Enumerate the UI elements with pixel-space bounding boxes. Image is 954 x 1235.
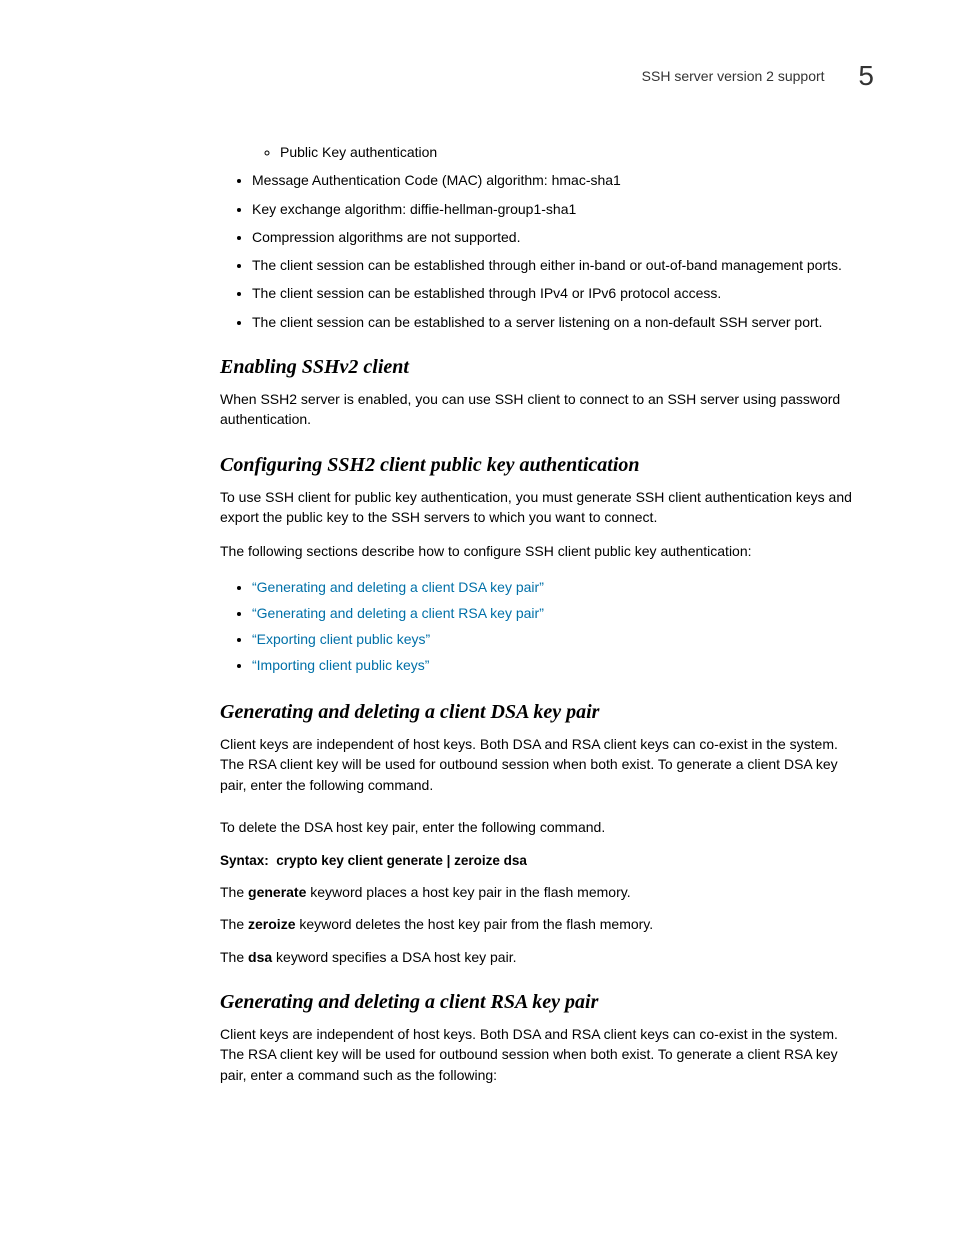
list-item: Key exchange algorithm: diffie-hellman-g… (252, 199, 864, 219)
keyword-desc: The dsa keyword specifies a DSA host key… (220, 947, 864, 967)
xref-link-rsa[interactable]: Generating and deleting a client RSA key… (252, 605, 544, 621)
page-header: SSH server version 2 support 5 (80, 60, 874, 92)
kw-bold: zeroize (248, 916, 295, 932)
list-item: The client session can be established th… (252, 283, 864, 303)
kw-bold: generate (248, 884, 306, 900)
nested-list: Public Key authentication (252, 142, 864, 162)
header-text: SSH server version 2 support (642, 68, 825, 84)
feature-list: Public Key authentication Message Authen… (220, 142, 864, 332)
kw-text: keyword deletes the host key pair from t… (295, 916, 653, 932)
chapter-number: 5 (858, 60, 874, 92)
list-item: Exporting client public keys (252, 628, 864, 651)
body-text: To delete the DSA host key pair, enter t… (220, 817, 864, 837)
kw-bold: dsa (248, 949, 272, 965)
kw-text: The (220, 884, 248, 900)
list-item: The client session can be established to… (252, 312, 864, 332)
kw-text: keyword specifies a DSA host key pair. (272, 949, 516, 965)
kw-text: The (220, 949, 248, 965)
kw-text: keyword places a host key pair in the fl… (306, 884, 630, 900)
list-item: Compression algorithms are not supported… (252, 227, 864, 247)
syntax-label: Syntax: (220, 853, 269, 868)
body-text: When SSH2 server is enabled, you can use… (220, 389, 864, 430)
body-text: The following sections describe how to c… (220, 541, 864, 561)
list-item: Generating and deleting a client RSA key… (252, 602, 864, 625)
body-text: Client keys are independent of host keys… (220, 1024, 864, 1085)
list-item: Public Key authentication (220, 142, 864, 162)
keyword-desc: The zeroize keyword deletes the host key… (220, 914, 864, 934)
xref-link-export[interactable]: Exporting client public keys (252, 631, 430, 647)
list-item: Public Key authentication (280, 142, 864, 162)
heading-configuring-ssh2-pubkey: Configuring SSH2 client public key authe… (220, 454, 864, 477)
page-content: Public Key authentication Message Authen… (220, 142, 864, 1085)
body-text: To use SSH client for public key authent… (220, 487, 864, 528)
body-text: Client keys are independent of host keys… (220, 734, 864, 795)
list-item: The client session can be established th… (252, 255, 864, 275)
heading-gen-del-rsa: Generating and deleting a client RSA key… (220, 991, 864, 1014)
xref-list: Generating and deleting a client DSA key… (220, 576, 864, 677)
xref-link-dsa[interactable]: Generating and deleting a client DSA key… (252, 579, 544, 595)
heading-enabling-sshv2-client: Enabling SSHv2 client (220, 356, 864, 379)
list-item: Message Authentication Code (MAC) algori… (252, 170, 864, 190)
page: SSH server version 2 support 5 Public Ke… (0, 0, 954, 1235)
syntax-command: crypto key client generate | zeroize dsa (276, 853, 527, 868)
heading-gen-del-dsa: Generating and deleting a client DSA key… (220, 701, 864, 724)
kw-text: The (220, 916, 248, 932)
list-item: Importing client public keys (252, 654, 864, 677)
list-item: Generating and deleting a client DSA key… (252, 576, 864, 599)
syntax-line: Syntax: crypto key client generate | zer… (220, 853, 864, 868)
xref-link-import[interactable]: Importing client public keys (252, 657, 429, 673)
keyword-desc: The generate keyword places a host key p… (220, 882, 864, 902)
